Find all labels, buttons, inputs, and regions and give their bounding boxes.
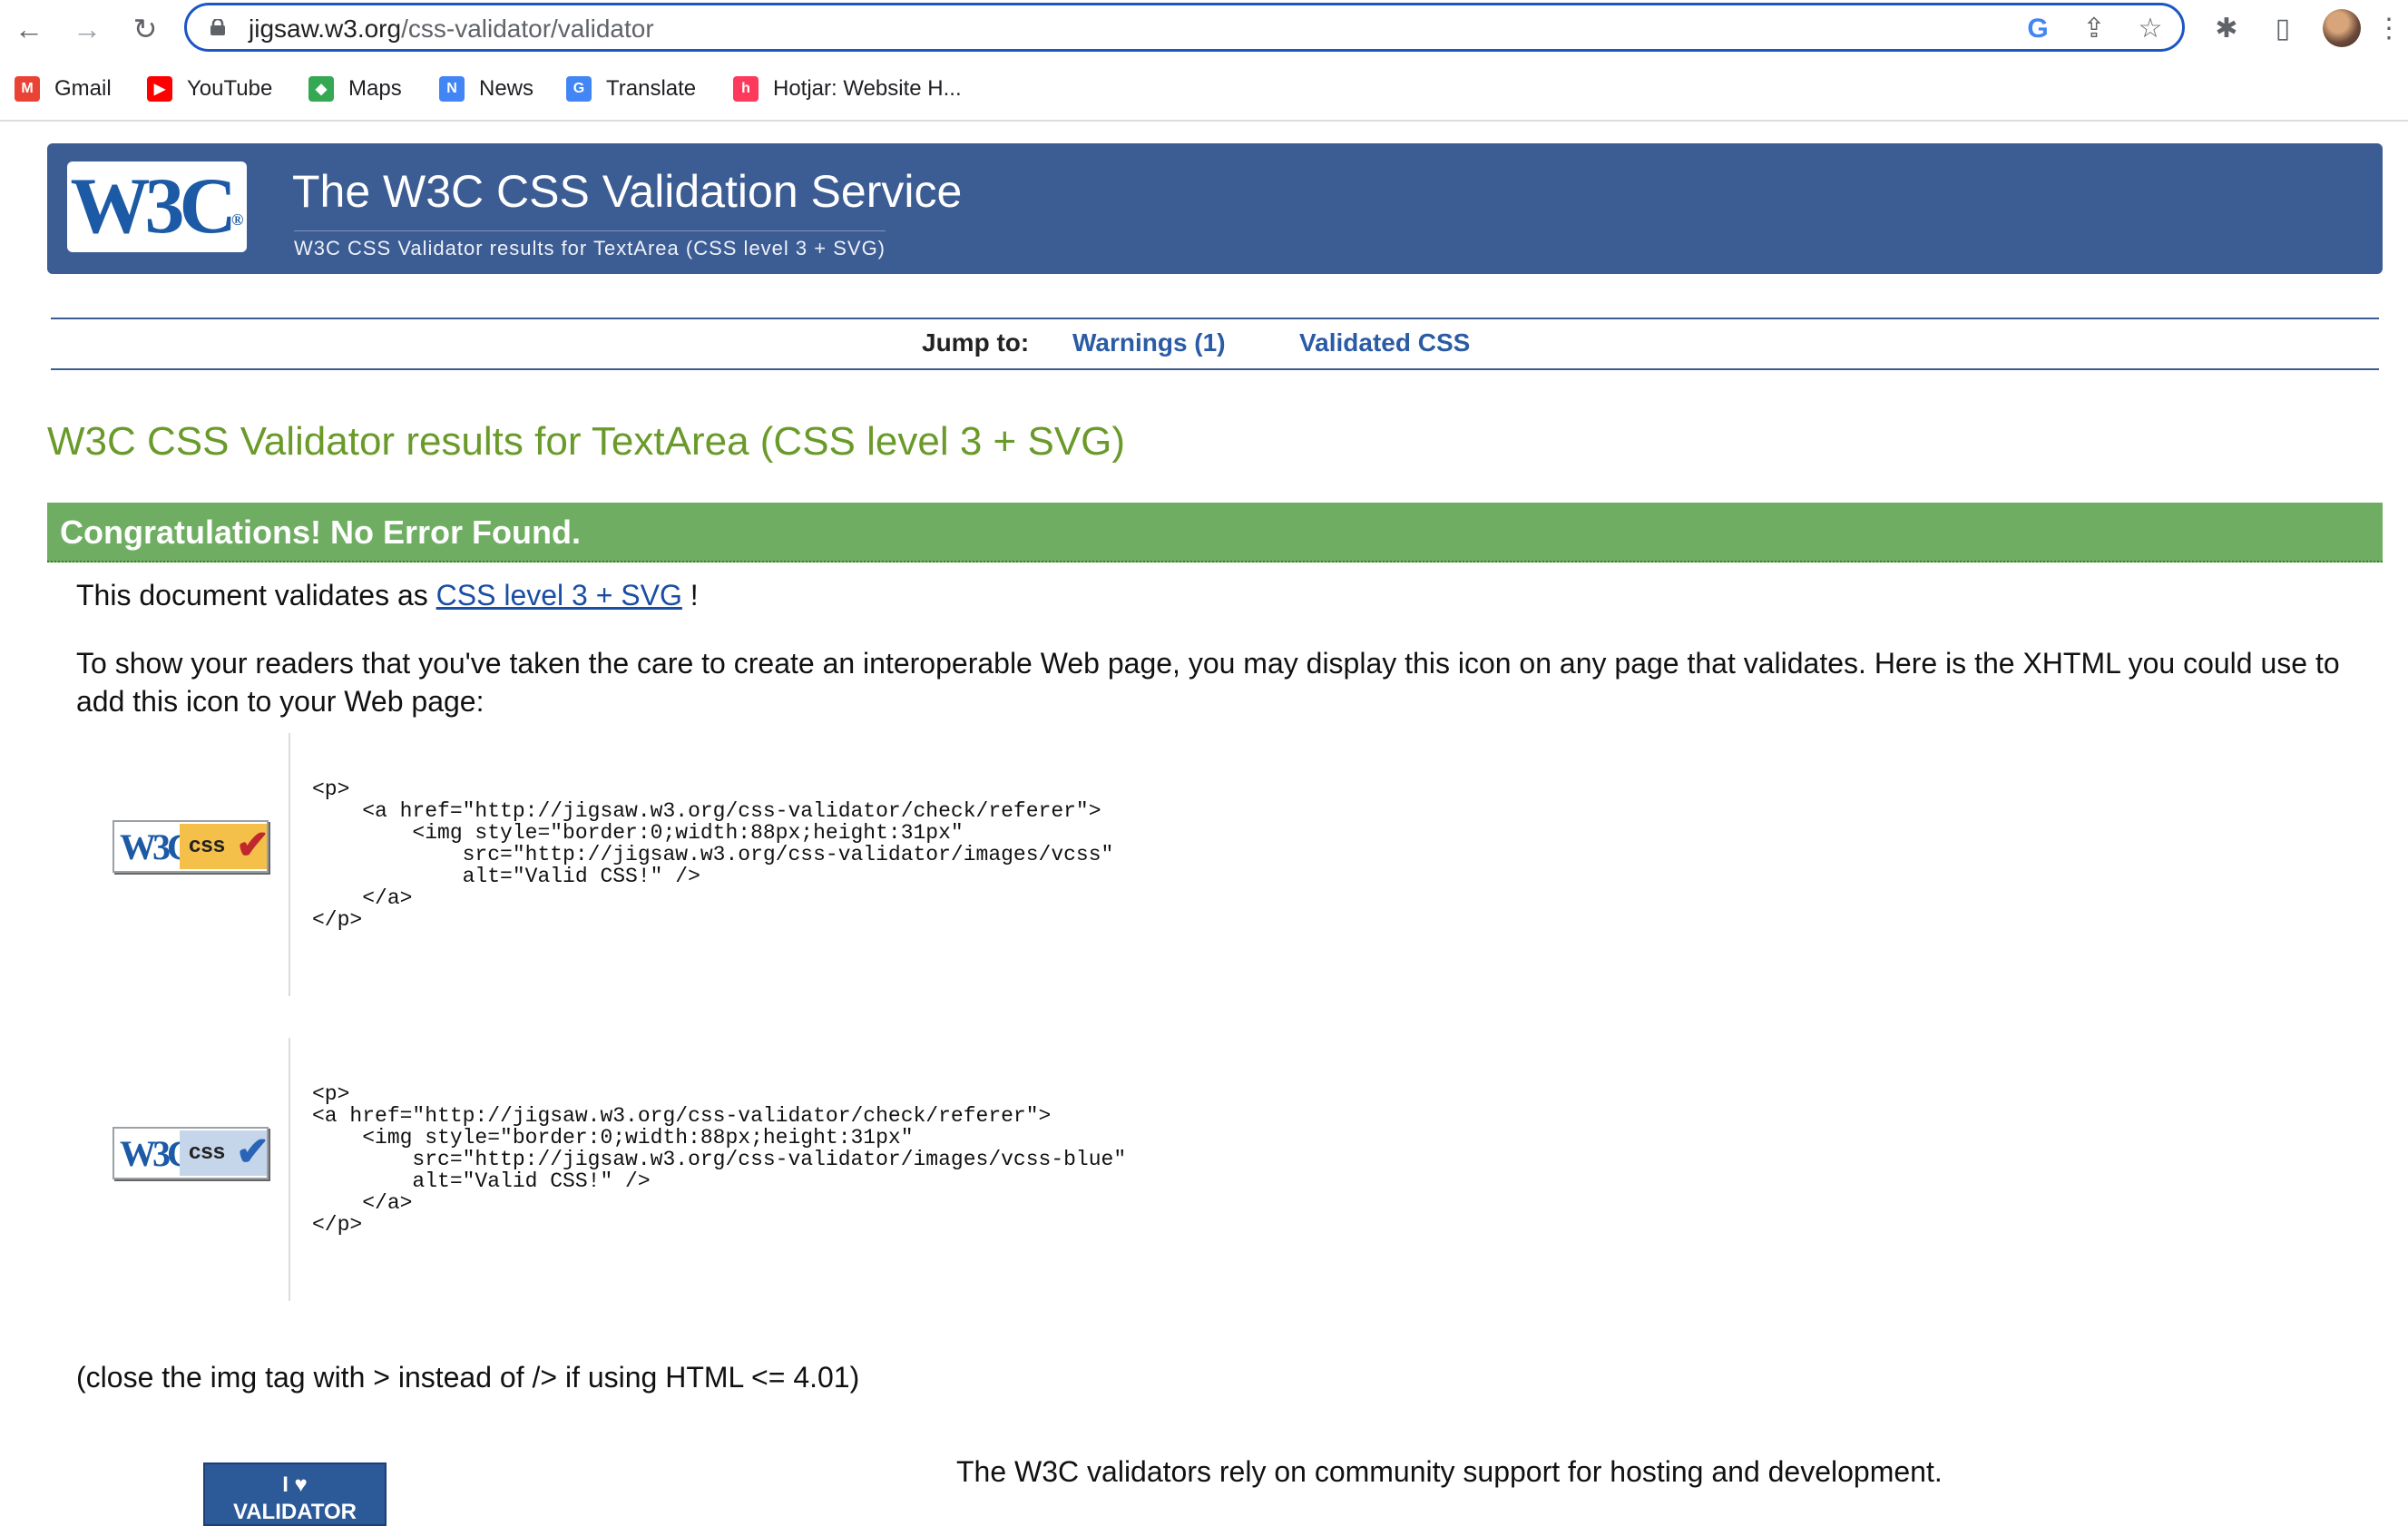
donate-badge-text: I ♥ VALIDATOR xyxy=(233,1472,357,1524)
validates-paragraph: This document validates as CSS level 3 +… xyxy=(76,579,699,612)
url-path: /css-validator/validator xyxy=(401,15,654,43)
badge-css-panel: css ✔ xyxy=(180,823,269,869)
badge-css-text: css xyxy=(189,1140,226,1164)
bookmark-label: Gmail xyxy=(54,76,112,101)
code-snippet-blue[interactable]: <p> <a href="http://jigsaw.w3.org/css-va… xyxy=(312,1083,1126,1236)
bookmark-label: Hotjar: Website H... xyxy=(773,76,962,101)
reload-icon: ↻ xyxy=(132,13,158,45)
gmail-icon: M xyxy=(15,76,40,102)
page-subtitle: W3C CSS Validator results for TextArea (… xyxy=(294,230,886,260)
valid-css-badge-blue[interactable]: W3C css ✔ xyxy=(113,1127,269,1179)
forward-button[interactable]: → xyxy=(71,13,103,45)
bookmarks-bar: M Gmail ▶ YouTube ◆ Maps N News G Transl… xyxy=(0,58,2408,122)
maps-icon: ◆ xyxy=(308,76,334,102)
bookmark-maps[interactable]: ◆ Maps xyxy=(308,73,402,105)
google-lens-icon[interactable]: G xyxy=(2023,15,2052,44)
bookmark-news[interactable]: N News xyxy=(439,73,533,105)
bookmark-label: YouTube xyxy=(187,76,273,101)
share-icon[interactable]: ⇪ xyxy=(2080,15,2109,44)
validates-suffix: ! xyxy=(690,579,699,611)
hotjar-icon: h xyxy=(733,76,759,102)
checkmark-icon: ✔ xyxy=(236,1130,269,1174)
badge-example-gold: W3C css ✔ <p> <a href="http://jigsaw.w3.… xyxy=(76,733,1891,996)
validates-prefix: This document validates as xyxy=(76,579,428,611)
reload-button[interactable]: ↻ xyxy=(129,13,162,45)
back-arrow-icon: ← xyxy=(15,13,44,45)
url-host: jigsaw.w3.org xyxy=(249,15,402,43)
back-button[interactable]: ← xyxy=(13,13,45,45)
w3c-logo[interactable]: W3C® xyxy=(67,161,247,252)
jump-nav: Jump to: Warnings (1) Validated CSS xyxy=(51,318,2379,370)
success-message: Congratulations! No Error Found. xyxy=(60,514,581,551)
jump-label: Jump to: xyxy=(922,328,1030,357)
bookmark-translate[interactable]: G Translate xyxy=(566,73,696,105)
bookmark-star-icon[interactable]: ☆ xyxy=(2136,15,2165,44)
youtube-icon: ▶ xyxy=(147,76,172,102)
i-love-validator-badge[interactable]: I ♥ VALIDATOR xyxy=(203,1462,387,1526)
lock-icon xyxy=(210,19,225,35)
checkmark-icon: ✔ xyxy=(236,823,269,867)
profile-avatar[interactable] xyxy=(2323,9,2361,47)
valid-css-badge-gold[interactable]: W3C css ✔ xyxy=(113,820,269,873)
extensions-icon[interactable]: ✱ xyxy=(2210,13,2243,45)
bookmark-gmail[interactable]: M Gmail xyxy=(15,73,112,105)
menu-kebab-icon[interactable]: ⋮ xyxy=(2375,13,2403,45)
css-level-link[interactable]: CSS level 3 + SVG xyxy=(436,579,682,611)
validated-css-link[interactable]: Validated CSS xyxy=(1299,328,1470,357)
warnings-link[interactable]: Warnings (1) xyxy=(1072,328,1226,357)
w3c-logo-text: W3C xyxy=(70,162,237,250)
badge-css-text: css xyxy=(189,833,226,857)
badge-example-blue: W3C css ✔ <p> <a href="http://jigsaw.w3.… xyxy=(76,1038,1891,1301)
url-text[interactable]: jigsaw.w3.org/css-validator/validator xyxy=(249,15,654,44)
page-title[interactable]: The W3C CSS Validation Service xyxy=(292,165,962,218)
address-bar[interactable]: jigsaw.w3.org/css-validator/validator G … xyxy=(184,3,2185,52)
badge-css-panel: css ✔ xyxy=(180,1130,269,1176)
bookmark-label: Maps xyxy=(348,76,402,101)
header-banner: W3C® The W3C CSS Validation Service W3C … xyxy=(47,143,2383,274)
news-icon: N xyxy=(439,76,465,102)
community-support-text: The W3C validators rely on community sup… xyxy=(956,1455,1943,1488)
bookmark-hotjar[interactable]: h Hotjar: Website H... xyxy=(733,73,962,105)
forward-arrow-icon: → xyxy=(73,13,102,45)
translate-icon: G xyxy=(566,76,592,102)
icon-instructions: To show your readers that you've taken t… xyxy=(76,647,2340,718)
close-tag-note: (close the img tag with > instead of /> … xyxy=(76,1361,860,1394)
bookmark-label: News xyxy=(479,76,534,101)
divider xyxy=(289,733,290,996)
code-snippet-gold[interactable]: <p> <a href="http://jigsaw.w3.org/css-va… xyxy=(312,778,1113,931)
results-heading: W3C CSS Validator results for TextArea (… xyxy=(47,419,1126,464)
browser-toolbar: ← → ↻ jigsaw.w3.org/css-validator/valida… xyxy=(0,0,2408,58)
side-panel-icon[interactable]: ▯ xyxy=(2266,13,2299,45)
bookmark-label: Translate xyxy=(606,76,697,101)
divider xyxy=(289,1038,290,1301)
success-banner: Congratulations! No Error Found. xyxy=(47,503,2383,562)
bookmark-youtube[interactable]: ▶ YouTube xyxy=(147,73,272,105)
registered-mark: ® xyxy=(231,210,244,229)
